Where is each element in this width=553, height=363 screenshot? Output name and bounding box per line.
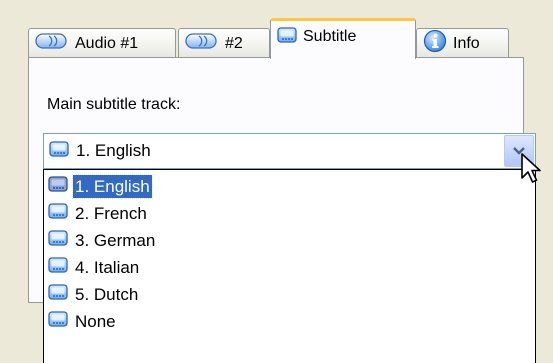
tab-label: #2 <box>225 34 243 52</box>
subtitle-track-select[interactable]: 1. English <box>43 133 536 169</box>
speaker-icon <box>185 32 219 55</box>
tab-subtitle[interactable]: Subtitle <box>270 18 416 59</box>
tab-label: Subtitle <box>303 28 357 45</box>
subtitle-track-dropdown-list: 1. English 2. French 3. German 4. Italia… <box>43 169 536 363</box>
speaker-icon <box>35 32 69 55</box>
dropdown-option[interactable]: 1. English <box>48 173 153 199</box>
dropdown-option[interactable]: None <box>48 308 118 334</box>
tab-label: Audio #1 <box>75 34 139 52</box>
subtitle-icon <box>49 140 69 163</box>
subtitle-icon <box>48 229 68 252</box>
tab-info[interactable]: Info <box>416 28 509 58</box>
tab-audio-1[interactable]: Audio #1 <box>28 28 176 58</box>
subtitle-icon <box>48 256 68 279</box>
mouse-cursor-icon <box>520 152 542 191</box>
subtitle-icon <box>277 26 297 49</box>
dropdown-option[interactable]: 4. Italian <box>48 254 141 280</box>
subtitle-icon <box>48 202 68 225</box>
option-label: None <box>75 311 116 331</box>
main-subtitle-track-label: Main subtitle track: <box>47 96 181 113</box>
dialog: Audio #1 #2 Subtitle Info Main subtitle … <box>0 0 553 363</box>
dropdown-option[interactable]: 2. French <box>48 200 149 226</box>
option-label: 1. English <box>72 173 153 199</box>
selected-track-value: 1. English <box>76 141 151 160</box>
subtitle-icon <box>48 283 68 306</box>
option-label: 5. Dutch <box>75 284 139 304</box>
option-label: 3. German <box>75 230 156 250</box>
dropdown-option[interactable]: 5. Dutch <box>48 281 140 307</box>
subtitle-icon <box>48 310 68 333</box>
dropdown-option[interactable]: 3. German <box>48 227 157 253</box>
option-label: 4. Italian <box>75 257 140 277</box>
subtitle-icon <box>48 175 68 198</box>
tab-audio-2[interactable]: #2 <box>178 28 270 58</box>
tab-label: Info <box>453 34 480 52</box>
option-label: 2. French <box>75 203 147 223</box>
info-icon <box>423 29 447 58</box>
